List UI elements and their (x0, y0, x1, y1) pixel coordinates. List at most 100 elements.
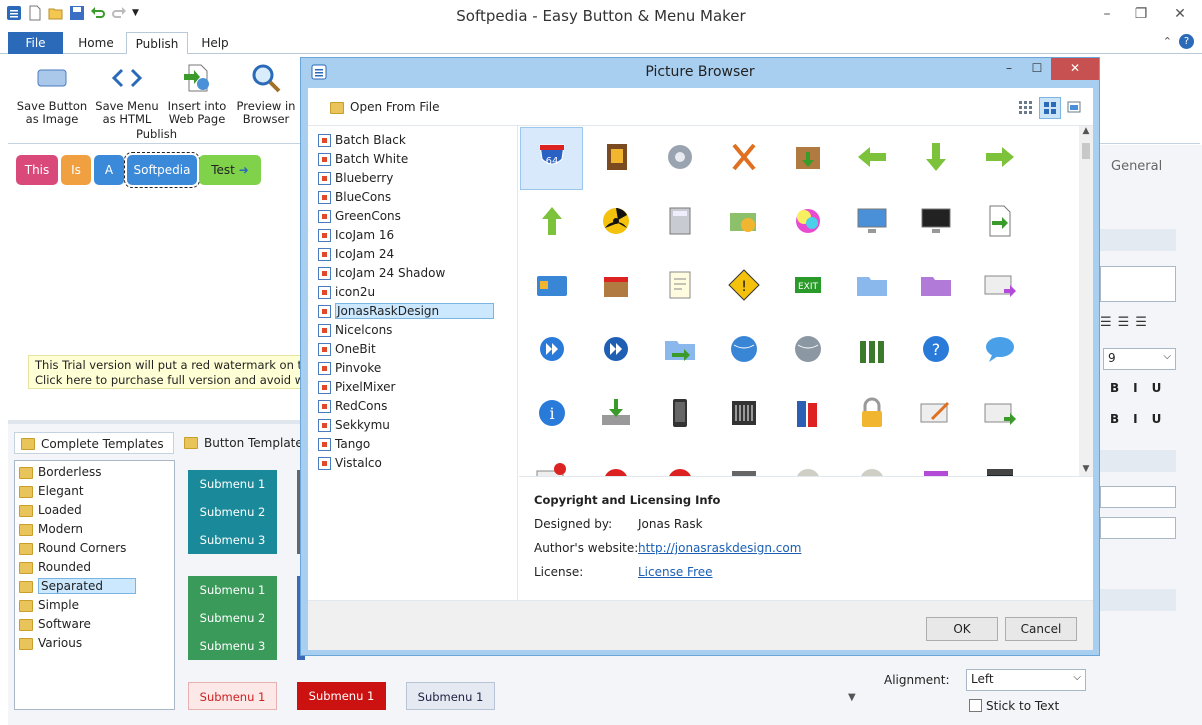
icon-cell[interactable]: ? (904, 319, 967, 382)
icon-cell[interactable] (840, 319, 903, 382)
icon-cell[interactable] (584, 319, 647, 382)
icon-cell[interactable] (776, 319, 839, 382)
icon-cell[interactable] (904, 383, 967, 446)
icon-cell[interactable] (840, 191, 903, 254)
preview-in-browser-button[interactable]: Preview in Browser (230, 62, 302, 126)
website-link[interactable]: http://jonasraskdesign.com (638, 541, 801, 555)
template-list[interactable]: Borderless Elegant Loaded Modern Round Corne… (14, 460, 175, 710)
font-style-icons[interactable]: BIU (1110, 381, 1175, 395)
dialog-maximize-button[interactable]: ☐ (1023, 58, 1051, 80)
tab-complete-templates[interactable]: Complete Templates (14, 432, 174, 454)
tab-button-templates[interactable]: Button Templates (178, 432, 313, 454)
icon-set-item[interactable]: JonasRaskDesign (308, 302, 517, 321)
icon-cell[interactable] (520, 447, 583, 476)
icon-cell[interactable] (904, 447, 967, 476)
icon-cell[interactable] (968, 191, 1031, 254)
icon-set-item[interactable]: PixelMixer (308, 378, 517, 397)
close-button[interactable]: ✕ (1158, 0, 1202, 30)
font-style-icons[interactable]: BIU (1110, 412, 1175, 426)
icon-cell[interactable] (712, 191, 775, 254)
icon-set-item[interactable]: Blueberry (308, 169, 517, 188)
tab-home[interactable]: Home (70, 32, 122, 54)
icon-cell[interactable] (584, 383, 647, 446)
icon-set-item[interactable]: GreenCons (308, 207, 517, 226)
scrollbar-thumb[interactable] (1082, 143, 1090, 159)
dialog-close-button[interactable]: ✕ (1051, 58, 1099, 80)
icon-cell[interactable] (712, 319, 775, 382)
insert-into-web-page-button[interactable]: Insert into Web Page (161, 62, 233, 126)
template-item[interactable]: Round Corners (15, 539, 174, 558)
input-field[interactable] (1100, 517, 1176, 539)
menu-button[interactable]: Is (61, 155, 91, 185)
menu-button-selected[interactable]: Softpedia (124, 152, 200, 188)
icon-cell[interactable] (968, 383, 1031, 446)
icon-cell[interactable]: ! (712, 255, 775, 318)
icon-cell[interactable] (520, 319, 583, 382)
template-item[interactable]: Simple (15, 596, 174, 615)
template-item[interactable]: Loaded (15, 501, 174, 520)
icon-set-item[interactable]: Nicelcons (308, 321, 517, 340)
icon-set-item[interactable]: Batch White (308, 150, 517, 169)
icon-cell[interactable] (776, 447, 839, 476)
icon-cell[interactable] (584, 255, 647, 318)
collapse-ribbon-icon[interactable]: ⌃ (1163, 35, 1172, 48)
text-field[interactable] (1100, 266, 1176, 302)
icon-grid-scrollbar[interactable]: ▲ ▼ (1079, 126, 1093, 476)
icon-cell[interactable] (648, 319, 711, 382)
template-item[interactable]: Rounded (15, 558, 174, 577)
template-item[interactable]: Software (15, 615, 174, 634)
icon-cell[interactable] (840, 255, 903, 318)
icon-cell[interactable] (840, 383, 903, 446)
template-item[interactable]: Separated (15, 577, 174, 596)
icon-cell[interactable]: 64 (520, 127, 583, 190)
icon-cell[interactable] (520, 255, 583, 318)
template-item[interactable]: Borderless (15, 463, 174, 482)
icon-grid[interactable]: 64! EXIT? i (519, 126, 1079, 476)
stick-to-text-checkbox[interactable] (969, 699, 982, 712)
icon-set-item[interactable]: Pinvoke (308, 359, 517, 378)
icon-cell[interactable] (776, 127, 839, 190)
icon-cell[interactable] (840, 447, 903, 476)
help-icon[interactable]: ? (1179, 34, 1194, 49)
template-item[interactable]: Various (15, 634, 174, 653)
icon-cell[interactable] (712, 127, 775, 190)
icon-cell[interactable] (904, 255, 967, 318)
icon-set-item[interactable]: Vistalco (308, 454, 517, 473)
menu-button[interactable]: A (94, 155, 124, 185)
ok-button[interactable]: OK (926, 617, 998, 641)
icon-cell[interactable] (520, 191, 583, 254)
license-link[interactable]: License Free (638, 565, 713, 579)
icon-cell[interactable] (904, 191, 967, 254)
font-size-select[interactable]: 9 ⌵ (1103, 348, 1176, 370)
template-item[interactable]: Modern (15, 520, 174, 539)
input-field[interactable] (1100, 486, 1176, 508)
minimize-button[interactable]: – (1090, 0, 1124, 30)
icon-set-item[interactable]: Sekkymu (308, 416, 517, 435)
alignment-select[interactable]: Left ⌵ (966, 669, 1086, 691)
icon-cell[interactable] (712, 447, 775, 476)
icon-cell[interactable] (968, 319, 1031, 382)
icon-set-item[interactable]: IcoJam 24 (308, 245, 517, 264)
icon-set-item[interactable]: IcoJam 16 (308, 226, 517, 245)
icon-cell[interactable] (648, 383, 711, 446)
cancel-button[interactable]: Cancel (1005, 617, 1077, 641)
icon-cell[interactable] (584, 127, 647, 190)
large-icons-view-icon[interactable] (1039, 97, 1061, 119)
icon-set-item[interactable]: BlueCons (308, 188, 517, 207)
icon-cell[interactable] (968, 127, 1031, 190)
small-icons-view-icon[interactable] (1016, 97, 1036, 117)
icon-cell[interactable] (648, 255, 711, 318)
restore-button[interactable]: ❐ (1124, 0, 1158, 30)
menu-button[interactable]: This (16, 155, 58, 185)
icon-cell[interactable] (840, 127, 903, 190)
icon-set-list[interactable]: Batch Black Batch White Blueberry BlueCons G… (308, 126, 518, 600)
icon-cell[interactable] (648, 127, 711, 190)
icon-cell[interactable] (648, 447, 711, 476)
icon-cell[interactable]: i (520, 383, 583, 446)
icon-cell[interactable] (648, 191, 711, 254)
icon-set-item[interactable]: icon2u (308, 283, 517, 302)
icon-cell[interactable] (968, 255, 1031, 318)
menu-button[interactable]: Test ➜ (199, 155, 261, 185)
icon-cell[interactable] (712, 383, 775, 446)
tab-file[interactable]: File (8, 32, 63, 54)
